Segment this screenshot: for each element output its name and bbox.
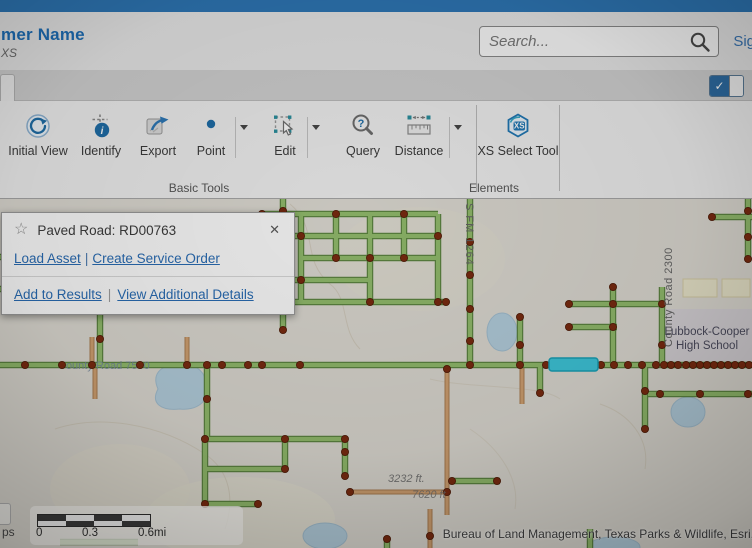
scale-tick: 0.6mi (138, 527, 166, 539)
map-attribution: Bureau of Land Management, Texas Parks &… (443, 527, 752, 541)
tool-label: Edit (274, 144, 296, 158)
ribbon-toggle[interactable]: ✓ (709, 75, 744, 97)
tool-xs-select[interactable]: XS XS Select Tool (477, 101, 559, 158)
group-divider (559, 105, 560, 191)
scale-tick: 0 (36, 527, 42, 539)
svg-text:XS: XS (514, 121, 525, 130)
initial-view-icon (24, 112, 52, 140)
link-separator: | (85, 251, 89, 266)
load-asset-link[interactable]: Load Asset (14, 251, 81, 266)
popup-title: Paved Road: RD00763 (37, 223, 176, 238)
map-label-county-road-7500: County Road 7500 (58, 360, 150, 372)
toolbar-ribbon: ✓ Initial View i Identi (0, 70, 752, 199)
favorite-star-icon[interactable]: ☆ (14, 222, 28, 238)
map-label-elevation-7620: 7620 ft (412, 489, 447, 501)
map-canvas[interactable]: County Road 7500 S FM 1264 County Road 2… (0, 199, 752, 548)
toggle-knob (729, 76, 743, 96)
selected-road-segment[interactable] (549, 358, 598, 371)
ribbon-tab-stub[interactable] (0, 74, 15, 101)
point-dropdown-caret[interactable] (235, 117, 253, 158)
tool-label: Query (346, 144, 380, 158)
ribbon-tab-strip: ✓ (0, 70, 752, 101)
tool-distance-split: Distance (391, 101, 467, 158)
toggle-check-icon: ✓ (710, 76, 729, 96)
app-subtitle: XS (1, 46, 85, 60)
tool-label: XS Select Tool (477, 144, 558, 158)
tool-label: Identify (81, 144, 121, 158)
identify-popup: ☆ Paved Road: RD00763 ✕ Load Asset|Creat… (1, 212, 295, 315)
edit-icon (271, 112, 299, 140)
xs-select-icon: XS (504, 112, 532, 140)
clipped-widget-label: ps (2, 525, 15, 539)
add-to-results-link[interactable]: Add to Results (14, 287, 102, 302)
point-icon (197, 112, 225, 140)
query-icon: ? (349, 112, 377, 140)
link-separator: | (108, 287, 112, 302)
map-label-school-line2: High School (676, 340, 738, 352)
chevron-down-icon (312, 125, 320, 130)
tool-label: Point (197, 144, 226, 158)
svg-text:i: i (101, 126, 104, 137)
edit-dropdown-caret[interactable] (307, 117, 325, 158)
identify-icon: i (87, 112, 115, 140)
building-footprint (683, 279, 717, 297)
search-input[interactable] (487, 32, 689, 51)
tool-point[interactable]: Point (189, 101, 233, 158)
map-label-elevation-3232: 3232 ft. (388, 473, 425, 485)
tool-export[interactable]: Export (133, 101, 183, 158)
chevron-down-icon (240, 125, 248, 130)
ribbon-tool-panel: Initial View i Identify Export (0, 101, 752, 199)
tool-edit-split: Edit (265, 101, 325, 158)
app-title: mer Name (1, 25, 85, 45)
scale-bar-segments (37, 514, 151, 527)
app-header: mer Name XS Sig (0, 12, 752, 70)
map-label-s-fm-1264: S FM 1264 (463, 203, 475, 266)
tool-query[interactable]: ? Query (337, 101, 389, 158)
tool-label: Export (140, 144, 176, 158)
view-additional-details-link[interactable]: View Additional Details (117, 287, 253, 302)
sign-in-link[interactable]: Sig (733, 33, 752, 50)
search-icon[interactable] (689, 31, 711, 53)
export-icon (144, 112, 172, 140)
tool-point-split: Point (189, 101, 253, 158)
tool-identify[interactable]: i Identify (73, 101, 129, 158)
scale-bar: 0 0.3 0.6mi (30, 506, 243, 545)
tool-distance[interactable]: Distance (391, 101, 447, 158)
map-label-school-line1: Lubbock-Cooper (664, 326, 749, 338)
tool-initial-view[interactable]: Initial View (7, 101, 69, 158)
tool-label: Initial View (8, 144, 68, 158)
svg-text:?: ? (358, 118, 365, 130)
tool-edit[interactable]: Edit (265, 101, 305, 158)
popup-actions-row1: Load Asset |Create Service Order (14, 251, 282, 266)
distance-icon (405, 112, 433, 140)
building-footprint (722, 279, 750, 297)
app-window: mer Name XS Sig ✓ (0, 0, 752, 548)
popup-divider (2, 276, 294, 277)
tool-label: Distance (395, 144, 444, 158)
popup-actions-row2: Add to Results | View Additional Details (14, 287, 282, 302)
group-label-elements: Elements (452, 181, 536, 195)
scale-tick: 0.3 (82, 527, 98, 539)
close-icon[interactable]: ✕ (267, 222, 282, 238)
chevron-down-icon (454, 125, 462, 130)
app-brand: mer Name XS (1, 25, 85, 60)
search-box[interactable] (479, 26, 719, 57)
group-label-basic-tools: Basic Tools (0, 181, 398, 195)
create-service-order-link[interactable]: Create Service Order (92, 251, 220, 266)
clipped-widget[interactable] (0, 503, 11, 525)
distance-dropdown-caret[interactable] (449, 117, 467, 158)
browser-top-bar (0, 0, 752, 12)
